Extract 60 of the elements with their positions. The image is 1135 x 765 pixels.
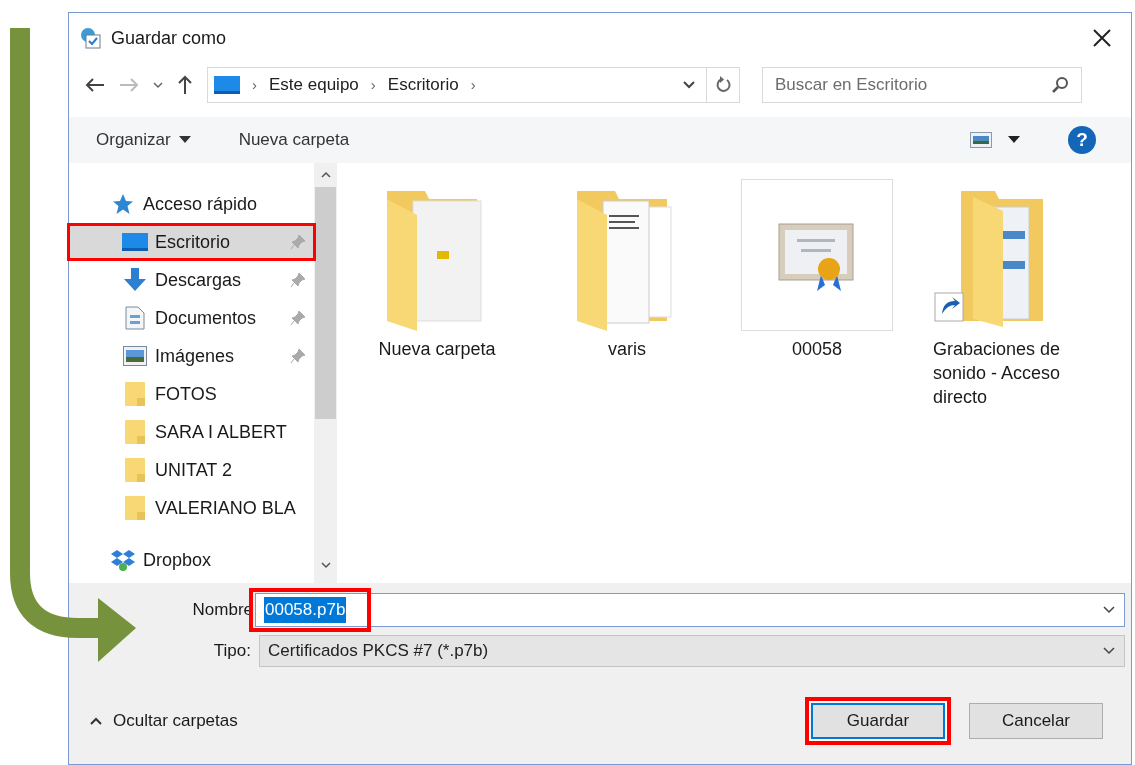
sidebar-item[interactable]: Dropbox [69,541,314,579]
folder-icon [125,458,145,482]
hide-folders-button[interactable]: Ocultar carpetas [89,708,238,734]
sidebar-item[interactable]: Escritorio [69,223,314,261]
desktop-icon [122,232,148,252]
sidebar-item[interactable]: VALERIANO BLA [69,489,314,527]
up-arrow-icon[interactable] [177,75,193,95]
sidebar-item[interactable]: FOTOS [69,375,314,413]
close-icon[interactable] [1093,29,1111,47]
star-icon [112,193,134,215]
sidebar-item[interactable]: UNITAT 2 [69,451,314,489]
sidebar-item[interactable]: Imágenes [69,337,314,375]
document-icon [125,306,145,330]
app-icon [79,26,103,50]
breadcrumb-separator[interactable]: › [252,73,257,97]
desktop-icon [214,75,240,95]
scrollbar-thumb[interactable] [315,187,336,419]
folder-icon [125,382,145,406]
chevron-down-icon[interactable] [682,80,696,90]
scroll-down-icon[interactable] [320,561,331,569]
sidebar-item[interactable]: Descargas [69,261,314,299]
certificate-icon [741,179,893,331]
sidebar-item[interactable]: SARA I ALBERT [69,413,314,451]
file-name[interactable]: 00058 [791,337,843,361]
chevron-down-icon[interactable] [1102,605,1116,615]
file-type-dropdown[interactable]: Certificados PKCS #7 (*.p7b) [259,635,1125,667]
field-label: Tipo: [212,640,252,663]
file-name[interactable]: Grabaciones de sonido - Acceso directo [933,337,1093,409]
sidebar-item[interactable]: Documentos [69,299,314,337]
scrollbar[interactable] [314,163,337,583]
search-icon [1051,76,1069,94]
refresh-icon[interactable] [714,76,732,94]
caret-icon [178,136,191,144]
breadcrumb-separator[interactable]: › [370,73,376,97]
new-folder-button[interactable]: Nueva carpeta [238,127,350,153]
file-name[interactable]: varis [608,337,646,361]
breadcrumb-separator[interactable]: › [470,73,476,97]
chevron-up-icon [89,716,103,726]
help-button[interactable]: ? [1068,126,1096,154]
caret-icon[interactable] [1008,136,1020,144]
back-arrow-icon[interactable] [85,77,105,93]
dropbox-icon [110,549,136,571]
save-button[interactable]: Guardar [805,697,951,745]
breadcrumb-item[interactable]: Este equipo [269,72,359,98]
cancel-button[interactable]: Cancelar [969,703,1103,739]
address-bar[interactable]: › Este equipo › Escritorio › [207,67,740,103]
window-title: Guardar como [111,26,227,50]
picture-icon [123,346,147,366]
organize-menu[interactable]: Organizar [96,127,191,153]
search-field[interactable]: Buscar en Escritorio [762,67,1082,103]
download-arrow-icon [123,268,147,292]
breadcrumb-item[interactable]: Escritorio [387,72,459,98]
file-name[interactable]: Nueva carpeta [378,337,496,361]
folder-icon [125,420,145,444]
chevron-down-icon [1102,646,1116,656]
scroll-up-icon[interactable] [320,171,331,179]
filename-field[interactable]: 00058.p7b [255,593,1125,627]
view-icon[interactable] [970,132,992,148]
folder-icon [125,496,145,520]
sidebar-item[interactable]: Acceso rápido [69,185,314,223]
